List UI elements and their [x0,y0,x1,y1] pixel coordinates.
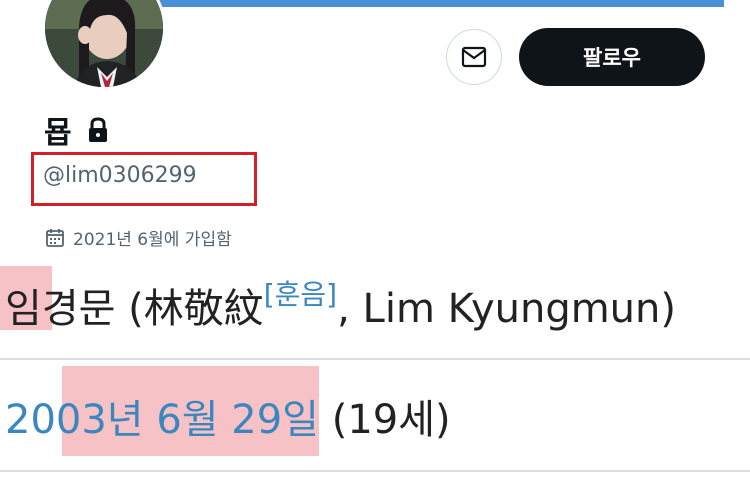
mail-icon [461,46,487,68]
wiki-name-first-char: 임 [5,286,42,332]
avatar[interactable] [42,0,166,90]
message-button[interactable] [446,29,502,85]
profile-handle: @lim0306299 [43,163,197,188]
divider [0,470,750,472]
banner-image [158,0,724,7]
calendar-icon [46,228,64,247]
divider [0,358,750,360]
wiki-name-rest: 경문 (林敬紋 [41,286,264,332]
birth-date-link[interactable]: 6월 29일 [144,397,319,443]
birth-year-link[interactable]: 2003년 [5,397,144,443]
hunum-link[interactable]: [훈음] [264,278,337,311]
profile-name-row: 묩 [44,110,109,151]
display-name: 묩 [44,116,73,151]
follow-button[interactable]: 팔로우 [519,28,705,86]
wiki-name-line: 임경문 (林敬紋[훈음], Lim Kyungmun) [0,266,750,336]
wiki-name-roman: , Lim Kyungmun) [337,286,676,332]
profile-photo [45,0,163,87]
joined-date: 2021년 6월에 가입함 [45,225,232,250]
lock-icon [87,117,109,143]
age-text: (19세) [319,397,451,443]
wiki-birth-line: 2003년 6월 29일 (19세) [5,387,451,445]
joined-text: 2021년 6월에 가입함 [73,230,232,250]
